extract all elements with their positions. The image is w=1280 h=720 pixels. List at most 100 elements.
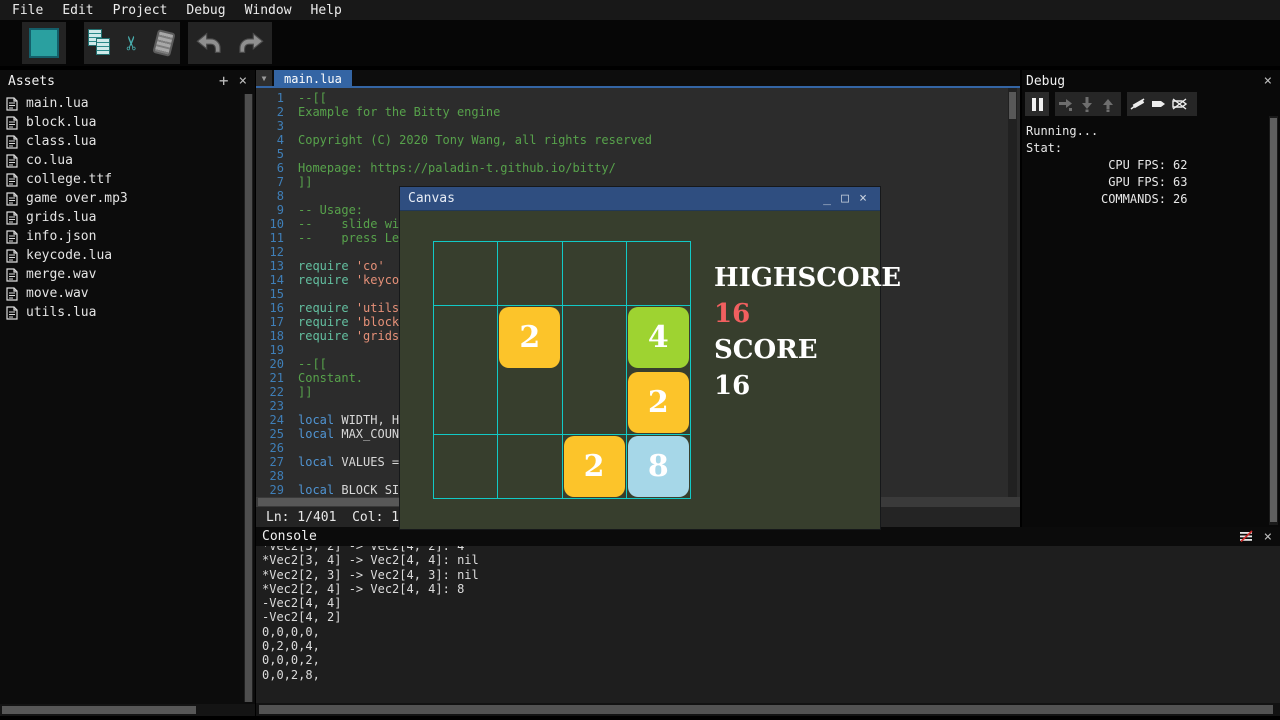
- console-line: *Vec2[2, 4] -> Vec2[4, 4]: 8: [262, 582, 1280, 596]
- copy-button[interactable]: [84, 22, 116, 64]
- assets-close-button[interactable]: ×: [239, 74, 247, 88]
- canvas-close-button[interactable]: ×: [854, 191, 872, 206]
- grid-line-horizontal: [433, 305, 691, 306]
- editor-vertical-scrollbar[interactable]: [1008, 88, 1017, 497]
- highscore-label: HIGHSCORE: [714, 263, 901, 299]
- copy-icon: [87, 29, 113, 57]
- pencil-slash-icon: [1129, 96, 1146, 112]
- tab-label: main.lua: [284, 72, 342, 86]
- asset-item-grids-lua[interactable]: grids.lua: [0, 208, 242, 227]
- edit-button-group: ✂: [84, 22, 180, 64]
- scissors-icon: ✂: [119, 35, 145, 51]
- clear-console-icon: [1239, 530, 1254, 543]
- debug-close-button[interactable]: ×: [1264, 74, 1272, 88]
- console-close-button[interactable]: ×: [1264, 530, 1272, 544]
- undo-button[interactable]: [188, 22, 230, 64]
- menu-item-window[interactable]: Window: [245, 3, 292, 18]
- console-line: 0,0,2,8,: [262, 668, 1280, 682]
- console-line: 0,2,0,4,: [262, 639, 1280, 653]
- menu-item-project[interactable]: Project: [113, 3, 168, 18]
- new-project-icon: [29, 28, 59, 58]
- add-asset-button[interactable]: +: [219, 73, 229, 89]
- new-button[interactable]: [22, 22, 66, 64]
- assets-vertical-scrollbar[interactable]: [244, 94, 253, 702]
- asset-item-move-wav[interactable]: move.wav: [0, 284, 242, 303]
- game-tile-8: 8: [628, 436, 689, 497]
- main-toolbar: ✂: [0, 20, 1280, 66]
- debug-stat-row: GPU FPS:63: [1026, 175, 1280, 192]
- canvas-title-bar[interactable]: Canvas _ □ ×: [400, 187, 880, 211]
- asset-item-merge-wav[interactable]: merge.wav: [0, 265, 242, 284]
- chevron-down-icon: ▼: [262, 74, 267, 83]
- grid-line-vertical: [626, 241, 627, 498]
- scoreboard: HIGHSCORE 16 SCORE 16: [714, 263, 901, 407]
- cursor-position: Ln: 1/401 Col: 1: [266, 510, 399, 525]
- asset-item-class-lua[interactable]: class.lua: [0, 132, 242, 151]
- menu-item-help[interactable]: Help: [311, 3, 342, 18]
- console-line: -Vec2[4, 4]: [262, 596, 1280, 610]
- canvas-maximize-button[interactable]: □: [836, 191, 854, 206]
- debug-panel-title: Debug: [1026, 74, 1065, 89]
- asset-label: utils.lua: [26, 305, 96, 320]
- console-line: *Vec2[3, 2] -> Vec2[4, 2]: 4: [262, 546, 1280, 553]
- console-horizontal-scrollbar[interactable]: [256, 703, 1280, 716]
- game-viewport[interactable]: HIGHSCORE 16 SCORE 16 24228: [400, 211, 880, 529]
- asset-item-block-lua[interactable]: block.lua: [0, 113, 242, 132]
- grid-line-horizontal: [433, 434, 691, 435]
- step-over-button[interactable]: [1055, 93, 1076, 115]
- asset-item-utils-lua[interactable]: utils.lua: [0, 303, 242, 322]
- score-label: SCORE: [714, 335, 901, 371]
- asset-label: college.ttf: [26, 172, 112, 187]
- cut-button[interactable]: ✂: [116, 22, 148, 64]
- assets-panel: Assets + × main.luablock.luaclass.luaco.…: [0, 70, 255, 716]
- redo-button[interactable]: [230, 22, 272, 64]
- clear-console-button[interactable]: [1239, 530, 1254, 543]
- debug-stat-row: COMMANDS:26: [1026, 192, 1280, 209]
- score-value: 16: [714, 371, 901, 407]
- history-button-group: [188, 22, 272, 64]
- menu-item-file[interactable]: File: [12, 3, 43, 18]
- asset-item-game-over-mp3[interactable]: game over.mp3: [0, 189, 242, 208]
- enable-breakpoints-button[interactable]: [1148, 93, 1169, 115]
- tab-main-lua[interactable]: main.lua: [274, 70, 352, 86]
- toggle-breakpoint-button[interactable]: [1127, 93, 1148, 115]
- game-tile-4: 4: [628, 307, 689, 368]
- file-icon: [6, 287, 18, 301]
- file-icon: [6, 230, 18, 244]
- menu-item-edit[interactable]: Edit: [62, 3, 93, 18]
- step-out-icon: [1100, 96, 1116, 112]
- clear-breakpoints-button[interactable]: [1169, 93, 1190, 115]
- file-icon: [6, 135, 18, 149]
- console-output: *Vec2[3, 2] -> Vec2[4, 2]: 4*Vec2[3, 4] …: [256, 546, 1280, 703]
- asset-list: main.luablock.lua class.lua co.lua college.…: [0, 94, 242, 322]
- asset-item-info-json[interactable]: info.json: [0, 227, 242, 246]
- file-icon: [6, 192, 18, 206]
- step-into-button[interactable]: [1076, 93, 1097, 115]
- asset-item-main-lua[interactable]: main.lua: [0, 94, 242, 113]
- breakpoint-tag-icon: [1150, 96, 1167, 112]
- console-line: *Vec2[3, 4] -> Vec2[4, 4]: nil: [262, 553, 1280, 567]
- asset-label: class.lua: [26, 134, 96, 149]
- tab-list-dropdown-button[interactable]: ▼: [256, 70, 272, 86]
- game-tile-2: 2: [499, 307, 560, 368]
- debug-status: Running...: [1026, 124, 1280, 141]
- console-panel-title: Console: [262, 529, 317, 544]
- pause-icon: [1032, 98, 1043, 111]
- debug-vertical-scrollbar[interactable]: [1269, 116, 1278, 525]
- assets-horizontal-scrollbar[interactable]: [0, 704, 255, 716]
- asset-item-co-lua[interactable]: co.lua: [0, 151, 242, 170]
- canvas-minimize-button[interactable]: _: [818, 191, 836, 206]
- file-icon: [6, 154, 18, 168]
- game-tile-2: 2: [628, 372, 689, 433]
- asset-item-keycode-lua[interactable]: keycode.lua: [0, 246, 242, 265]
- file-icon: [6, 306, 18, 320]
- grid-line-vertical: [497, 241, 498, 498]
- grid-line-vertical: [690, 241, 691, 498]
- menu-item-debug[interactable]: Debug: [186, 3, 225, 18]
- pause-button[interactable]: [1025, 92, 1049, 116]
- step-out-button[interactable]: [1097, 93, 1118, 115]
- file-icon: [6, 249, 18, 263]
- grid-line-horizontal: [433, 498, 691, 499]
- paste-button[interactable]: [148, 22, 180, 64]
- asset-item-college-ttf[interactable]: college.ttf: [0, 170, 242, 189]
